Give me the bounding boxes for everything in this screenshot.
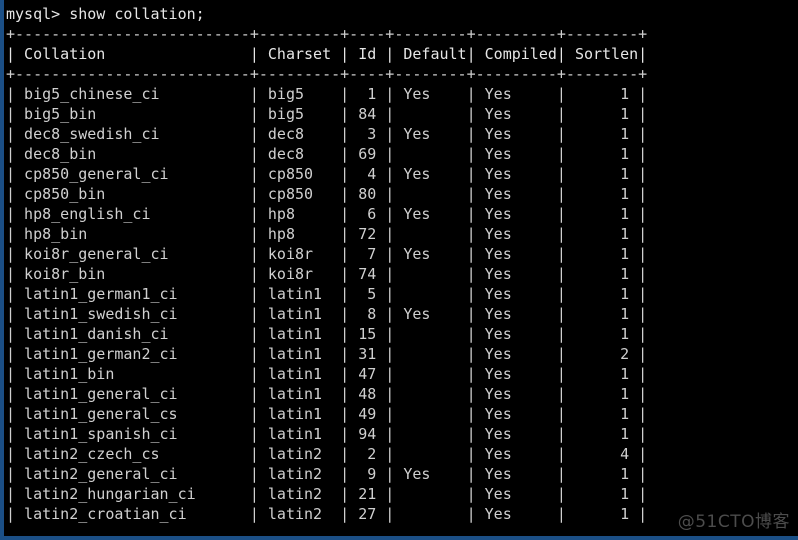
table-row: | cp850_bin | cp850 | 80 | | Yes | 1 | (6, 185, 648, 203)
table-row: | latin2_croatian_ci | latin2 | 27 | | Y… (6, 505, 648, 523)
table-row: | dec8_swedish_ci | dec8 | 3 | Yes | Yes… (6, 125, 648, 143)
table-row: | latin1_general_ci | latin1 | 48 | | Ye… (6, 385, 648, 403)
table-row: | latin1_general_cs | latin1 | 49 | | Ye… (6, 405, 648, 423)
window-left-scrollbar[interactable] (0, 0, 4, 540)
command-prompt-line: mysql> show collation; (6, 5, 205, 23)
window-bottom-scrollbar[interactable] (0, 536, 798, 540)
table-header-row: | Collation | Charset | Id | Default| Co… (6, 45, 648, 63)
table-row: | latin2_general_ci | latin2 | 9 | Yes |… (6, 465, 648, 483)
table-row: | latin1_spanish_ci | latin1 | 94 | | Ye… (6, 425, 648, 443)
table-row: | dec8_bin | dec8 | 69 | | Yes | 1 | (6, 145, 648, 163)
table-row: | latin1_german1_ci | latin1 | 5 | | Yes… (6, 285, 648, 303)
table-row: | big5_chinese_ci | big5 | 1 | Yes | Yes… (6, 85, 648, 103)
table-row: | latin2_hungarian_ci | latin2 | 21 | | … (6, 485, 648, 503)
terminal-screen: mysql> show collation; +----------------… (6, 4, 792, 524)
table-row: | latin2_czech_cs | latin2 | 2 | | Yes |… (6, 445, 648, 463)
table-row: | cp850_general_ci | cp850 | 4 | Yes | Y… (6, 165, 648, 183)
table-row: | big5_bin | big5 | 84 | | Yes | 1 | (6, 105, 648, 123)
table-row: | latin1_german2_ci | latin1 | 31 | | Ye… (6, 345, 648, 363)
terminal-window: mysql> show collation; +----------------… (0, 0, 798, 540)
table-row: | latin1_danish_ci | latin1 | 15 | | Yes… (6, 325, 648, 343)
table-row: | hp8_english_ci | hp8 | 6 | Yes | Yes |… (6, 205, 648, 223)
table-rule-header: +--------------------------+---------+--… (6, 65, 648, 83)
table-row: | latin1_swedish_ci | latin1 | 8 | Yes |… (6, 305, 648, 323)
table-body: | big5_chinese_ci | big5 | 1 | Yes | Yes… (6, 84, 792, 524)
table-row: | koi8r_general_ci | koi8r | 7 | Yes | Y… (6, 245, 648, 263)
table-row: | latin1_bin | latin1 | 47 | | Yes | 1 | (6, 365, 648, 383)
table-row: | hp8_bin | hp8 | 72 | | Yes | 1 | (6, 225, 648, 243)
table-row: | koi8r_bin | koi8r | 74 | | Yes | 1 | (6, 265, 648, 283)
table-rule-top: +--------------------------+---------+--… (6, 25, 648, 43)
